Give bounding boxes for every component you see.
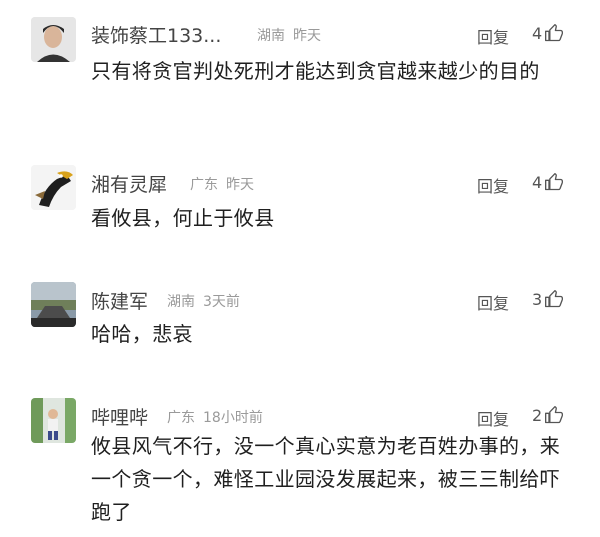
reply-button[interactable]: 回复 [477,173,509,197]
thumbs-up-icon [545,173,564,191]
comment-meta: 广东 18小时前 [167,407,271,427]
thumbs-up-icon [545,24,564,42]
username[interactable]: 装饰蔡工133... [91,21,221,48]
comment-meta: 湖南 3天前 [167,291,248,311]
comment-item: 哔哩哔 广东 18小时前 回复 2 攸县风气不行，没一个真心实意为老百姓办事的，来… [0,384,600,537]
like-count: 4 [532,23,543,43]
location: 湖南 [257,28,285,44]
comment-text: 攸县风气不行，没一个真心实意为老百姓办事的，来一个贪一个，难怪工业园没发展起来，… [91,434,561,524]
like-count: 3 [532,289,543,309]
timestamp: 3天前 [203,294,240,310]
reply-button[interactable]: 回复 [477,406,509,430]
like-button[interactable]: 2 [532,405,564,425]
avatar[interactable] [31,165,76,210]
comment-text: 看攸县，何止于攸县 [91,206,275,230]
comment-item: 装饰蔡工133... 湖南 昨天 回复 4 只有将贪官判处死刑才能达到贪官越来越少… [0,0,600,130]
like-count: 2 [532,405,543,425]
like-button[interactable]: 4 [532,23,564,43]
timestamp: 18小时前 [203,410,263,426]
comment-item: 湘有灵犀 广东 昨天 回复 4 看攸县，何止于攸县 [0,150,600,260]
reply-button[interactable]: 回复 [477,290,509,314]
like-button[interactable]: 3 [532,289,564,309]
comment-item: 陈建军 湖南 3天前 回复 3 哈哈，悲哀 [0,268,600,378]
username[interactable]: 哔哩哔 [91,403,148,430]
like-button[interactable]: 4 [532,172,564,192]
avatar[interactable] [31,398,76,443]
location: 广东 [190,177,218,193]
username[interactable]: 湘有灵犀 [91,170,167,197]
username[interactable]: 陈建军 [91,287,148,314]
comment-meta: 湖南 昨天 [257,25,329,45]
location: 广东 [167,410,195,426]
comment-text: 只有将贪官判处死刑才能达到贪官越来越少的目的 [91,59,540,83]
thumbs-up-icon [545,406,564,424]
timestamp: 昨天 [293,28,321,44]
comment-meta: 广东 昨天 [190,174,262,194]
avatar[interactable] [31,17,76,62]
comment-text: 哈哈，悲哀 [91,322,193,346]
reply-button[interactable]: 回复 [477,24,509,48]
thumbs-up-icon [545,290,564,308]
location: 湖南 [167,294,195,310]
avatar[interactable] [31,282,76,327]
like-count: 4 [532,172,543,192]
timestamp: 昨天 [226,177,254,193]
